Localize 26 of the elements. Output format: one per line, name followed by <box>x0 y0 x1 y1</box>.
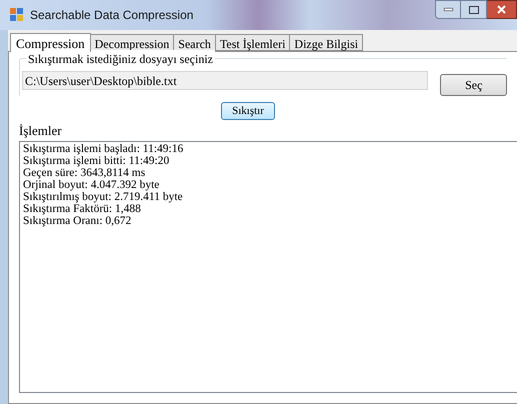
log-textbox[interactable] <box>19 140 517 393</box>
group-title: Sıkıştırmak istediğiniz dosyayı seçiniz <box>26 50 215 68</box>
window-title: Searchable Data Compression <box>30 7 194 24</box>
app-icon <box>10 8 24 22</box>
path-field[interactable]: C:\Users\user\Desktop\bible.txt <box>22 71 428 90</box>
log-label: İşlemler <box>19 122 62 140</box>
compress-button[interactable]: Sıkıştır <box>221 102 275 120</box>
tab[interactable]: Test İşlemleri <box>216 34 290 51</box>
log-line: Orjinal boyut: 4.047.392 byte <box>23 178 160 190</box>
close-button[interactable] <box>487 0 517 19</box>
minimize-button[interactable] <box>435 0 461 19</box>
close-icon <box>497 5 506 14</box>
minimize-icon <box>444 8 452 11</box>
maximize-icon <box>468 6 478 14</box>
tab[interactable]: Compression <box>10 33 91 52</box>
tab[interactable]: Search <box>174 34 216 51</box>
log-line: Sıkıştırma işlemi bitti: 11:49:20 <box>23 154 170 166</box>
log-line: Sıkıştırma işlemi başladı: 11:49:16 <box>23 142 184 154</box>
log-line: Sıkıştırılmış boyut: 2.719.411 byte <box>23 190 183 202</box>
log-line: Sıkıştırma Oranı: 0,672 <box>23 214 132 226</box>
browse-button[interactable]: Seç <box>440 74 507 96</box>
log-line: Sıkıştırma Faktörü: 1,488 <box>23 202 141 214</box>
tab[interactable]: Decompression <box>90 34 174 51</box>
maximize-button[interactable] <box>461 0 487 19</box>
tab[interactable]: Dizge Bilgisi <box>290 34 364 51</box>
log-line: Geçen süre: 3643,8114 ms <box>23 166 146 178</box>
